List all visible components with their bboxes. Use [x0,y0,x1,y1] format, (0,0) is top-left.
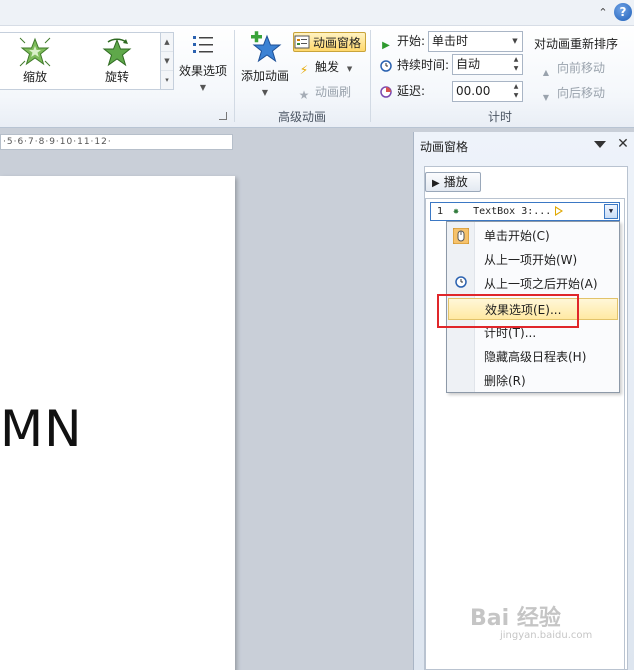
timeline-bar-icon [555,206,563,216]
animation-item-label: TextBox 3:... [473,206,552,217]
highlight-annotation-box [437,294,579,328]
play-icon: ▶ [432,178,440,189]
delay-spinner[interactable]: 00.00 ▲ ▼ [452,81,523,102]
menu-item-remove[interactable]: 删除(R) [448,370,618,392]
animation-gallery: 缩放 旋转 [0,32,163,90]
menu-item-start-on-click[interactable]: 单击开始(C) [448,225,618,247]
start-dropdown[interactable]: 单击时 ▼ [428,31,523,52]
play-start-icon: ▶ [382,40,390,51]
menu-item-label: 计时(T)... [484,326,537,340]
pane-options-dropdown-icon[interactable] [594,141,606,148]
start-label: 开始: [397,34,426,48]
spinner-arrows-icon[interactable]: ▲ ▼ [510,82,522,101]
gallery-scrollbar[interactable]: ▲ ▼ ▾ [160,32,174,90]
effect-options-button[interactable]: 效果选项 ▼ [176,34,230,92]
close-icon[interactable]: ✕ [616,136,630,152]
slide-work-area: ·5·6·7·8·9·10·11·12· MN [0,128,412,670]
arrow-up-icon: ▲ [542,68,550,77]
chevron-down-icon: ▼ [261,88,269,97]
duration-label-row: 持续时间: [378,55,449,75]
gallery-scroll-down-icon[interactable]: ▼ [161,52,173,71]
move-earlier-button[interactable]: ▲ 向前移动 [538,58,605,78]
trigger-label: 触发 [315,60,340,74]
animation-order-number: 1 [437,206,444,217]
chevron-down-icon[interactable]: ▼ [604,204,618,219]
minimize-ribbon-icon[interactable]: ⌃ [596,6,610,20]
duration-spinner[interactable]: 自动 ▲ ▼ [452,54,523,75]
animation-painter-icon: ★ [298,88,310,102]
clock-icon [453,276,469,292]
gallery-item-label: 缩放 [22,70,47,84]
animation-pane-header: 动画窗格 ✕ [414,132,634,158]
group-separator [370,30,371,122]
baidu-watermark-url: jingyan.baidu.com [500,630,593,641]
spin-star-icon [102,38,132,67]
animation-pane-icon [294,34,310,50]
horizontal-ruler: ·5·6·7·8·9·10·11·12· [0,134,233,150]
move-later-label: 向后移动 [557,86,606,100]
menu-item-label: 隐藏高级日程表(H) [484,350,587,364]
menu-item-label: 从上一项之后开始(A) [484,277,598,291]
timing-group-label: 计时 [487,110,512,124]
menu-item-hide-advanced-timeline[interactable]: 隐藏高级日程表(H) [448,346,618,368]
lightning-icon: ⚡ [299,63,309,77]
gallery-item-zoom[interactable]: 缩放 [0,35,70,87]
menu-item-label: 单击开始(C) [484,229,550,243]
duration-label: 持续时间: [397,58,450,72]
reorder-title: 对动画重新排序 [534,34,618,54]
group-separator [234,30,235,122]
add-animation-label: 添加动画 [240,69,289,83]
delay-value: 00.00 [456,84,491,98]
arrow-down-icon: ▼ [542,93,550,102]
chevron-down-icon: ▼ [346,65,353,73]
menu-item-after-previous[interactable]: 从上一项之后开始(A) [448,273,618,295]
menu-item-label: 删除(R) [484,374,526,388]
menu-item-with-previous[interactable]: 从上一项开始(W) [448,249,618,271]
slide-canvas[interactable]: MN [0,176,235,670]
duration-value: 自动 [456,57,481,71]
mouse-click-icon [452,227,470,245]
move-earlier-label: 向前移动 [557,61,606,75]
play-label: 播放 [443,175,468,189]
gallery-scroll-up-icon[interactable]: ▲ [161,33,173,52]
reorder-title-text: 对动画重新排序 [534,37,619,51]
effect-options-label: 效果选项 [178,64,227,78]
animation-pane-title: 动画窗格 [420,140,469,154]
delay-label-row: 延迟: [378,81,425,101]
delay-label: 延迟: [397,84,426,98]
advanced-animation-group-label: 高级动画 [277,110,326,124]
trigger-button[interactable]: ⚡ 触发 ▼ [296,57,352,77]
animation-painter-label: 动画刷 [315,85,352,99]
dialog-launcher-icon[interactable] [219,112,227,120]
move-later-button[interactable]: ▼ 向后移动 [538,83,605,103]
animation-pane-label: 动画窗格 [313,36,362,50]
animation-pane-button[interactable]: 动画窗格 [293,32,367,52]
gallery-more-icon[interactable]: ▾ [161,71,173,90]
play-button[interactable]: ▶ 播放 [425,172,481,192]
emphasis-star-icon: ✸ [453,206,460,217]
add-animation-button[interactable]: 添加动画 ▼ [238,30,292,97]
gallery-item-label: 旋转 [104,70,129,84]
animation-list-item[interactable]: 1 ✸ TextBox 3:... ▼ [430,202,620,221]
menu-item-label: 从上一项开始(W) [484,253,578,267]
ribbon: 缩放 旋转 ▲ ▼ ▾ 效果选项 ▼ 添加动画 ▼ 动画窗格 ⚡ 触发 ▼ ★ … [0,26,634,128]
help-icon[interactable]: ? [614,3,632,21]
effect-options-icon [193,36,213,53]
gallery-item-spin[interactable]: 旋转 [82,35,152,87]
chevron-down-icon[interactable]: ▼ [508,32,522,51]
baidu-watermark-logo: Bai 经验 [470,606,561,631]
zoom-star-icon [19,37,51,67]
animation-painter-button[interactable]: ★ 动画刷 [296,82,351,102]
chevron-down-icon: ▼ [199,83,207,92]
start-value: 单击时 [432,34,469,48]
start-label-row: ▶ 开始: [378,31,425,51]
add-animation-star-icon [251,31,282,63]
ribbon-top-strip: ⌃ ? [0,0,634,26]
delay-clock-icon [378,86,394,102]
clock-icon [378,60,394,76]
slide-text-box[interactable]: MN [0,400,83,458]
spinner-arrows-icon[interactable]: ▲ ▼ [510,55,522,74]
